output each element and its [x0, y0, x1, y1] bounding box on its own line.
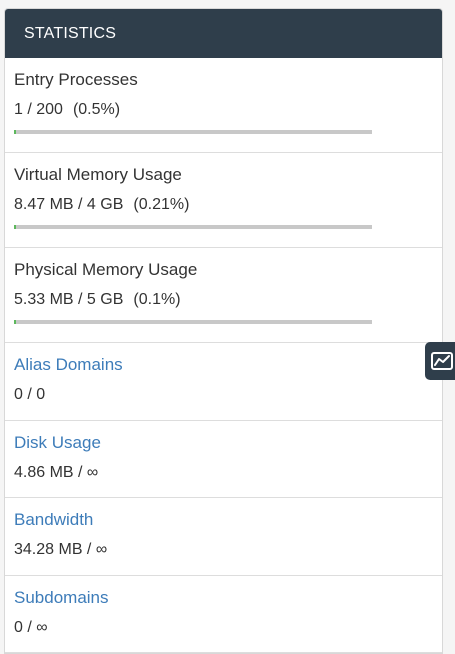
progress-fill — [14, 130, 16, 134]
progress-bar — [14, 130, 372, 134]
stat-usage: 8.47 MB / 4 GB — [14, 196, 124, 213]
stats-toggle-tab[interactable] — [425, 342, 455, 380]
progress-bar — [14, 320, 372, 324]
stat-value: 4.86 MB / ∞ — [14, 463, 99, 481]
stat-usage: 5.33 MB / 5 GB — [14, 291, 124, 308]
progress-fill — [14, 225, 16, 229]
stat-label: Physical Memory Usage — [14, 260, 198, 279]
stat-label: Entry Processes — [14, 70, 138, 89]
stat-bandwidth: Bandwidth 34.28 MB / ∞ — [5, 498, 442, 576]
progress-bar — [14, 225, 372, 229]
progress-fill — [14, 320, 16, 324]
stat-value: 5.33 MB / 5 GB (0.1%) — [14, 291, 181, 309]
stat-value: 34.28 MB / ∞ — [14, 541, 108, 558]
alias-domains-link[interactable]: Alias Domains — [14, 355, 123, 375]
statistics-panel: STATISTICS Entry Processes 1 / 200 (0.5%)… — [4, 8, 443, 654]
stat-percent: (0.1%) — [133, 291, 181, 308]
stat-physical-memory: Physical Memory Usage 5.33 MB / 5 GB (0.1… — [5, 248, 442, 343]
stat-percent: (0.5%) — [72, 101, 121, 118]
stat-disk-usage: Disk Usage 4.86 MB / ∞ — [5, 421, 442, 498]
subdomains-link[interactable]: Subdomains — [14, 588, 109, 608]
stat-value: 0 / ∞ — [14, 618, 48, 636]
stat-value: 8.47 MB / 4 GB (0.21%) — [14, 196, 189, 214]
panel-title: STATISTICS — [5, 9, 442, 58]
stat-entry-processes: Entry Processes 1 / 200 (0.5%) — [5, 58, 442, 153]
stat-value: 1 / 200 (0.5%) — [14, 101, 120, 119]
chart-trend-icon — [431, 352, 453, 370]
stat-percent: (0.21%) — [133, 196, 190, 213]
bandwidth-link[interactable]: Bandwidth — [14, 510, 93, 530]
stat-usage: 1 / 200 — [14, 101, 63, 118]
stat-alias-domains: Alias Domains 0 / 0 — [5, 343, 442, 421]
stat-virtual-memory: Virtual Memory Usage 8.47 MB / 4 GB (0.21… — [5, 153, 442, 248]
stat-subdomains: Subdomains 0 / ∞ — [5, 576, 442, 653]
stat-value: 0 / 0 — [14, 386, 46, 403]
disk-usage-link[interactable]: Disk Usage — [14, 433, 101, 453]
stat-label: Virtual Memory Usage — [14, 165, 182, 184]
